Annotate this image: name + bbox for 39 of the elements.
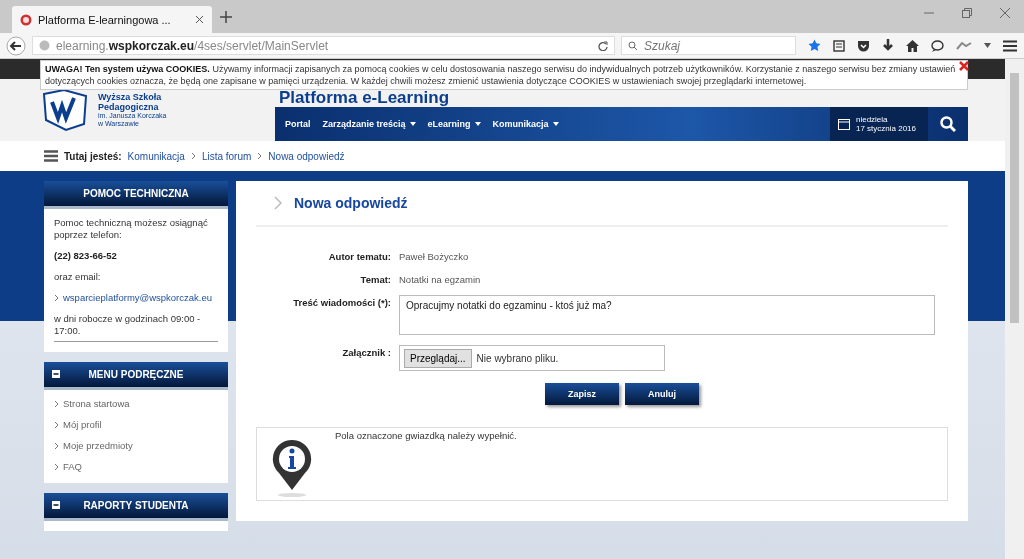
date-display: niedziela 17 stycznia 2016 [829, 107, 928, 141]
info-message: Pola oznaczone gwiazdką należy wypełnić. [335, 429, 517, 443]
browser-tab[interactable]: Platforma E-learningowa ... [12, 6, 212, 33]
sidebar-link[interactable]: Strona startowa [54, 398, 218, 410]
nav-menu-item[interactable]: Komunikacja [492, 119, 559, 129]
field-label: Załącznik : [341, 346, 391, 358]
sidebar-link[interactable]: Mój profil [54, 419, 218, 431]
nav-menu-item[interactable]: Portal [285, 119, 311, 129]
search-input[interactable]: Szukaj [642, 37, 786, 54]
phone-number: (22) 823-66-52 [54, 250, 118, 262]
breadcrumb-link[interactable]: Lista forum [201, 150, 252, 162]
field-label: Treść wiadomości (*): [292, 296, 391, 308]
platform-title: Platforma e-Learning [279, 89, 450, 107]
browse-button[interactable]: Przeglądaj... [404, 348, 472, 368]
field-label: Temat: [359, 273, 391, 285]
search-field[interactable]: Szukaj [621, 36, 796, 55]
form-button[interactable]: Zapisz [545, 383, 619, 405]
page-heading: Nowa odpowiedź [294, 195, 408, 211]
message-textarea[interactable]: Opracujmy notatki do egzaminu - ktoś już ma? [399, 295, 935, 335]
nav-menu-item[interactable]: Zarządzanie treścią [322, 119, 416, 129]
field-value: Paweł Bożyczko [399, 250, 469, 262]
sidebar-link[interactable]: Moje przedmioty [54, 440, 218, 452]
sidebar-link[interactable]: FAQ [54, 461, 218, 473]
breadcrumb-link[interactable]: Komunikacja [127, 150, 185, 162]
help-text: oraz email: [54, 271, 102, 283]
help-text: w dni robocze w godzinach 09:00 - 17:00. [54, 313, 218, 342]
file-input[interactable]: Przeglądaj... Nie wybrano pliku. [399, 345, 665, 371]
form-button[interactable]: Anuluj [625, 383, 699, 405]
address-bar[interactable]: elearning.wspkorczak.eu/4ses/servlet/MainServlet [32, 36, 615, 55]
nav-menu-item[interactable]: eLearning [427, 119, 481, 129]
breadcrumb-label: Tutaj jesteś: [64, 150, 122, 162]
field-value: Notatki na egzamin [399, 273, 481, 285]
field-label: Autor tematu: [327, 250, 391, 262]
help-text: Pomoc techniczną możesz osiągnąć poprzez telefon: [54, 217, 209, 241]
panel-title[interactable]: RAPORTY STUDENTA [44, 493, 228, 521]
panel-title[interactable]: MENU PODRĘCZNE [44, 362, 228, 390]
breadcrumb-link[interactable]: Nowa odpowiedź [268, 150, 345, 162]
sidebar-link[interactable]: wsparcieplatformy@wspkorczak.eu [54, 292, 218, 304]
panel-title: POMOC TECHNICZNA [44, 181, 228, 209]
